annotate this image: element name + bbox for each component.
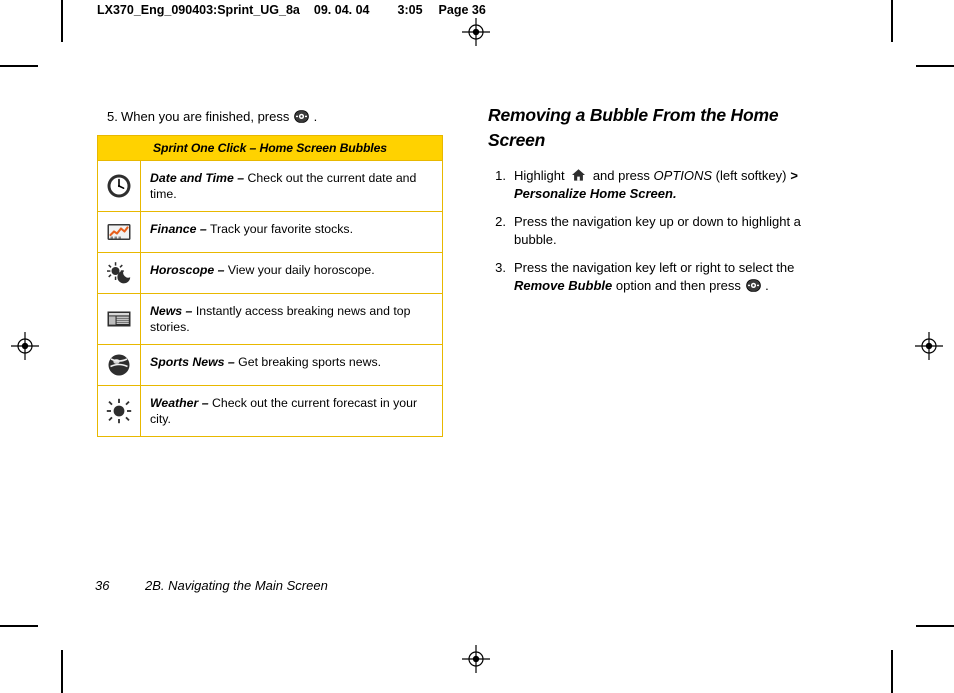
home-screen-bubbles-table: Sprint One Click – Home Screen Bubbles D…: [97, 135, 443, 437]
step-3-remove-bubble-label: Remove Bubble: [514, 277, 613, 293]
table-row: Weather – Check out the current forecast…: [97, 385, 443, 437]
step-1-chevron: >: [790, 168, 798, 183]
instruction-step-1: 1. Highlight and press OPTIONS (left sof…: [488, 167, 838, 202]
home-icon: [571, 168, 586, 182]
step-5: 5. When you are finished, press .: [97, 108, 469, 125]
step-1-number: 1.: [495, 168, 506, 183]
step-1-options-label: OPTIONS: [653, 168, 713, 183]
slug-page-label: Page 36: [438, 3, 486, 17]
row-term: Date and Time –: [150, 171, 245, 185]
slug-time: 3:05: [397, 3, 423, 17]
footer-chapter: 2B. Navigating the Main Screen: [145, 578, 328, 593]
right-column: Removing a Bubble From the Home Screen 1…: [488, 103, 838, 305]
step-3-text-1: Press the navigation key left or right t…: [514, 260, 795, 275]
step-2-text: Press the navigation key up or down to h…: [514, 214, 801, 247]
step-5-text-after: .: [313, 109, 318, 124]
step-3-number: 3.: [495, 260, 506, 275]
crop-line-bottom-right: [916, 625, 954, 627]
sun-moon-icon: [106, 260, 132, 286]
table-row: News – Instantly access breaking news an…: [97, 293, 443, 345]
table-row: Date and Time – Check out the current da…: [97, 160, 443, 212]
step-3-text-3: .: [761, 277, 769, 293]
step-1-text-1: Highlight: [514, 168, 569, 183]
step-1-body: Highlight and press OPTIONS (left softke…: [514, 167, 838, 202]
row-description: Get breaking sports news.: [238, 355, 382, 369]
step-2-number: 2.: [495, 214, 506, 229]
crop-line-top-right: [916, 65, 954, 67]
clock-icon: [106, 173, 132, 199]
slug-filename: LX370_Eng_090403:Sprint_UG_8a: [97, 3, 300, 17]
row-term: News –: [150, 304, 193, 318]
crop-line-left-vertical-bottom: [61, 650, 63, 693]
row-term: Weather –: [150, 396, 209, 410]
step-5-text: When you are finished, press .: [121, 108, 469, 125]
table-cell-description: Finance – Track your favorite stocks.: [140, 211, 443, 253]
registration-mark-top: [462, 18, 490, 46]
table-cell-icon: [97, 252, 141, 294]
page-title: Removing a Bubble From the Home Screen: [488, 105, 779, 150]
step-5-number: 5.: [107, 109, 118, 124]
table-cell-description: Sports News – Get breaking sports news.: [140, 344, 443, 386]
left-column: 5. When you are finished, press . Sprint…: [97, 108, 469, 437]
newspaper-icon: [106, 306, 132, 332]
table-cell-icon: [97, 293, 141, 345]
sports-ball-icon: [106, 352, 132, 378]
registration-mark-bottom: [462, 645, 490, 673]
crop-line-left-vertical: [61, 0, 63, 42]
registration-mark-left: [11, 332, 39, 360]
row-term: Horoscope –: [150, 263, 225, 277]
table-cell-description: Weather – Check out the current forecast…: [140, 385, 443, 437]
header-slug: LX370_Eng_090403:Sprint_UG_8a 09. 04. 04 3…: [97, 3, 486, 17]
table-caption: Sprint One Click – Home Screen Bubbles: [97, 135, 443, 160]
row-term: Finance –: [150, 222, 207, 236]
ok-key-icon: [745, 278, 761, 292]
ok-key-icon: [294, 110, 309, 123]
step-3-text-2: option and then press: [612, 277, 745, 293]
crop-line-right-vertical-bottom: [891, 650, 893, 693]
row-description: View your daily horoscope.: [227, 263, 375, 277]
table-cell-description: Date and Time – Check out the current da…: [140, 160, 443, 212]
step-5-text-before: When you are finished, press: [121, 109, 290, 124]
finance-chart-icon: [106, 219, 132, 245]
step-1-text-3: (left softkey): [712, 168, 791, 183]
table-cell-description: News – Instantly access breaking news an…: [140, 293, 443, 345]
instruction-step-2: 2. Press the navigation key up or down t…: [488, 213, 838, 248]
slug-date: 09. 04. 04: [313, 3, 370, 17]
crop-line-right-vertical: [891, 0, 893, 42]
table-cell-icon: [97, 344, 141, 386]
step-3-body: Press the navigation key left or right t…: [514, 259, 838, 294]
row-term: Sports News –: [150, 355, 235, 369]
step-1-text-2: and press: [589, 168, 654, 183]
sun-icon: [106, 398, 132, 424]
table-row: Sports News – Get breaking sports news.: [97, 344, 443, 386]
table-cell-icon: [97, 160, 141, 212]
page-footer: 36 2B. Navigating the Main Screen: [95, 578, 328, 593]
table-cell-description: Horoscope – View your daily horoscope.: [140, 252, 443, 294]
table-row: Finance – Track your favorite stocks.: [97, 211, 443, 253]
instruction-step-3: 3. Press the navigation key left or righ…: [488, 259, 838, 294]
registration-mark-right: [915, 332, 943, 360]
table-cell-icon: [97, 385, 141, 437]
row-description: Track your favorite stocks.: [209, 222, 353, 236]
footer-page-number: 36: [95, 578, 110, 593]
table-cell-icon: [97, 211, 141, 253]
step-2-body: Press the navigation key up or down to h…: [514, 213, 838, 248]
crop-line-top-left: [0, 65, 38, 67]
crop-line-bottom-left: [0, 625, 38, 627]
table-row: Horoscope – View your daily horoscope.: [97, 252, 443, 294]
step-1-menu-path: Personalize Home Screen.: [514, 185, 677, 201]
